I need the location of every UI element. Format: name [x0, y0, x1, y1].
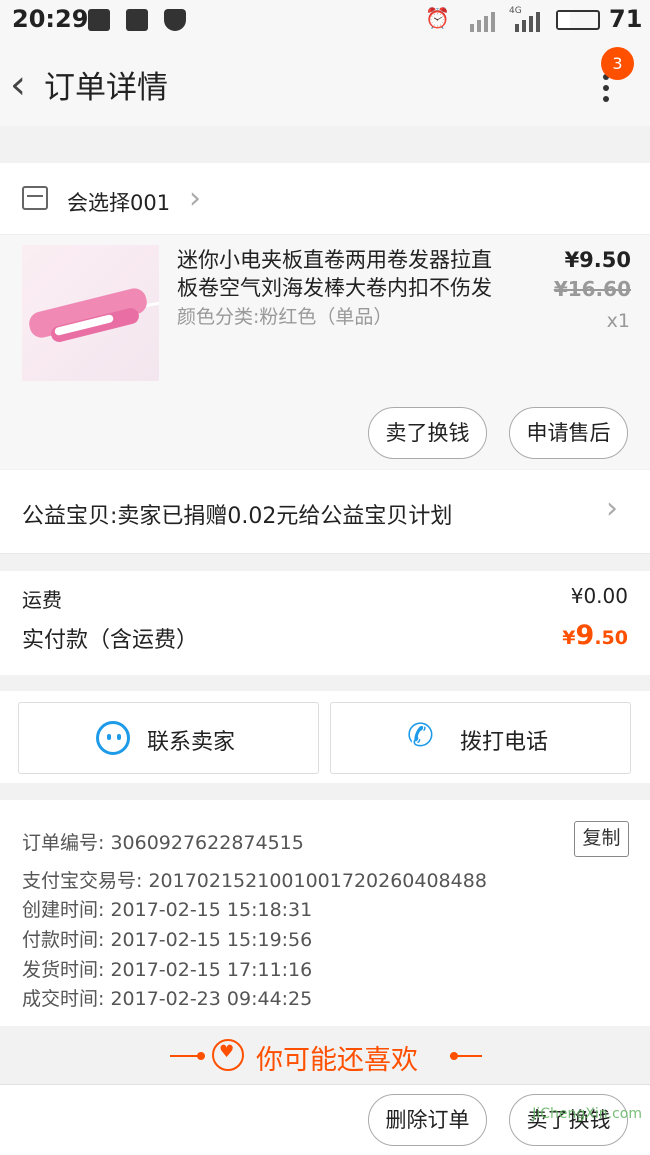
battery-level: 71	[609, 5, 643, 33]
divider	[450, 1055, 482, 1057]
watermark: JiChengXin.com	[532, 1106, 642, 1122]
shop-name[interactable]: 会选择001	[67, 187, 170, 217]
charity-text: 公益宝贝:卖家已捐赠0.02元给公益宝贝计划	[22, 504, 453, 529]
shield-icon	[164, 9, 186, 31]
paid-time: 付款时间: 2017-02-15 15:19:56	[22, 929, 313, 951]
completed-time: 成交时间: 2017-02-23 09:44:25	[22, 988, 313, 1010]
phone-icon: ✆	[407, 716, 434, 754]
heart-icon	[212, 1039, 244, 1071]
quantity: x1	[606, 310, 630, 332]
signal-4g-icon	[515, 10, 545, 32]
call-phone-label[interactable]: 拨打电话	[460, 724, 548, 756]
sell-button[interactable]: 卖了换钱	[368, 407, 487, 459]
shipping-value: ¥0.00	[570, 584, 628, 608]
chevron-right-icon: ›	[606, 491, 618, 526]
paid-amount: ¥9.50	[562, 620, 628, 651]
product-title[interactable]: 迷你小电夹板直卷两用卷发器拉直板卷空气刘海发棒大卷内扣不伤发	[177, 246, 512, 302]
chat-icon	[96, 721, 130, 755]
back-icon[interactable]: ‹	[10, 65, 26, 105]
product-spec: 颜色分类:粉红色（单品）	[177, 306, 393, 328]
divider-dot	[197, 1052, 205, 1060]
created-time: 创建时间: 2017-02-15 15:18:31	[22, 899, 313, 921]
alipay-number: 支付宝交易号: 2017021521001001720260408488	[22, 870, 487, 892]
order-number: 订单编号: 3060927622874515	[22, 832, 304, 854]
paid-label: 实付款（含运费）	[22, 628, 199, 653]
shop-icon	[22, 186, 48, 210]
recommend-title: 你可能还喜欢	[256, 1045, 418, 1076]
after-sales-button[interactable]: 申请售后	[509, 407, 628, 459]
alarm-icon: ⏰	[425, 6, 450, 30]
paid-integer: 9	[575, 620, 595, 651]
shipping-label: 运费	[22, 588, 62, 612]
copy-button[interactable]: 复制	[574, 821, 629, 857]
status-time: 20:29	[12, 5, 89, 33]
battery-icon	[556, 10, 600, 30]
product-price: ¥9.50	[564, 248, 631, 272]
contact-seller-label[interactable]: 联系卖家	[147, 724, 235, 756]
image-icon	[126, 9, 148, 31]
product-image[interactable]	[22, 245, 159, 381]
shipped-time: 发货时间: 2017-02-15 17:11:16	[22, 959, 313, 981]
delete-order-button[interactable]: 删除订单	[368, 1094, 487, 1146]
paid-currency: ¥	[562, 627, 576, 649]
page-title: 订单详情	[44, 70, 168, 106]
chevron-right-icon: ›	[189, 181, 201, 216]
signal-icon	[470, 10, 498, 32]
notification-icon	[88, 9, 110, 31]
paid-decimal: .50	[594, 627, 628, 649]
notification-badge: 3	[601, 47, 634, 80]
original-price: ¥16.60	[553, 277, 631, 301]
